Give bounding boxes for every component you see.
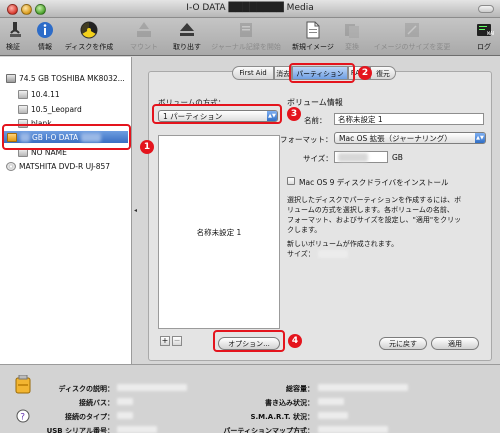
toolbar-resize-image-button[interactable]: イメージのサイズを変更: [370, 20, 454, 52]
partition-layout-map[interactable]: 名称未設定 1: [158, 135, 280, 329]
remove-partition-button[interactable]: −: [172, 336, 182, 346]
sidebar-item-label: 74.5 GB TOSHIBA MK8032...: [19, 73, 125, 83]
title-bar: I-O DATA ████████ Media: [0, 0, 500, 18]
toolbar-new-image-button[interactable]: 新規イメージ: [290, 20, 336, 52]
format-value: Mac OS 拡張（ジャーナリング）: [339, 133, 452, 143]
connection-bus-label: 接続バス：: [79, 399, 114, 407]
disk-utility-window: I-O DATA ████████ Media 検証 情報 ディスクを作成 マウ…: [0, 0, 500, 433]
toolbar-convert-button[interactable]: 変換: [342, 20, 362, 52]
toolbar-mount-button[interactable]: マウント: [128, 20, 160, 52]
sidebar-item-volume-leopard[interactable]: 10.5_Leopard: [18, 103, 82, 115]
burn-icon: [80, 21, 98, 39]
sidebar-item-volume-10-4-11[interactable]: 10.4.11: [18, 88, 60, 100]
convert-icon: [345, 24, 359, 38]
tab-restore[interactable]: 復元: [370, 66, 396, 80]
callout-box-3: [152, 104, 282, 124]
svg-text:WARN: WARN: [487, 31, 494, 37]
write-status-value: x: [318, 398, 344, 406]
new-image-icon: [306, 21, 320, 39]
format-select[interactable]: Mac OS 拡張（ジャーナリング） ▲▼: [334, 132, 486, 144]
usb-serial-label: USB シリアル番号：: [46, 427, 114, 433]
install-os9-driver-checkbox[interactable]: [287, 177, 295, 185]
partition-map-scheme-label: パーティションマップ方式：: [223, 427, 314, 433]
callout-number-1: 1: [140, 140, 154, 154]
help-icon[interactable]: ?: [16, 409, 30, 423]
install-os9-driver-label: Mac OS 9 ディスクドライバをインストール: [299, 178, 449, 187]
mount-icon: [137, 22, 151, 37]
disk-description-value: x: [117, 384, 187, 392]
partition-description: 選択したディスクでパーティションを作成するには、ボ リュームの方式を選択します。…: [287, 196, 462, 234]
redacted-size-value: 000: [338, 152, 368, 162]
optical-drive-icon: [6, 161, 16, 171]
sidebar-item-label: MATSHITA DVD-R UJ-857: [19, 161, 111, 171]
chevron-updown-icon: ▲▼: [475, 133, 485, 143]
volume-name-field[interactable]: 名称未設定 1: [334, 113, 484, 125]
toolbar-eject-button[interactable]: 取り出す: [170, 20, 204, 52]
resize-image-icon: [405, 23, 419, 37]
smart-status-value: x: [318, 412, 348, 420]
apply-button[interactable]: 適用: [431, 337, 479, 350]
new-volume-notice: 新しいボリュームが作成されます。: [287, 240, 399, 248]
name-label: 名前：: [304, 116, 327, 125]
log-icon: WARN: [477, 24, 494, 37]
toolbar-verify-button[interactable]: 検証: [5, 20, 21, 52]
toolbar-log-button[interactable]: WARN ログ: [474, 20, 494, 52]
sidebar-item-toshiba-disk[interactable]: 74.5 GB TOSHIBA MK8032...: [6, 72, 125, 84]
callout-number-3: 3: [287, 107, 301, 121]
sidebar-splitter[interactable]: ◂: [132, 57, 142, 364]
sidebar-item-dvd-drive[interactable]: MATSHITA DVD-R UJ-857: [6, 160, 110, 172]
microscope-icon: [10, 22, 21, 37]
sidebar-item-label: 10.4.11: [31, 89, 60, 99]
callout-box-2: [289, 63, 355, 83]
journal-icon: [240, 23, 252, 37]
add-partition-button[interactable]: +: [160, 336, 170, 346]
tab-first-aid[interactable]: First Aid: [232, 66, 274, 80]
connection-type-label: 接続のタイプ：: [65, 413, 114, 421]
total-capacity-value: x: [318, 384, 408, 392]
svg-text:?: ?: [20, 413, 25, 423]
smart-status-label: S.M.A.R.T. 状況：: [250, 413, 314, 421]
disk-info-panel: ? ディスクの説明： 接続バス： 接続のタイプ： USB シリアル番号： x x…: [0, 364, 500, 433]
connection-bus-value: x: [117, 398, 133, 406]
toolbar-journaling-button[interactable]: ジャーナル記録を開始: [210, 20, 282, 52]
toolbar-burn-button[interactable]: ディスクを作成: [62, 20, 116, 52]
eject-icon: [180, 23, 194, 36]
total-capacity-label: 総容量：: [286, 385, 314, 393]
usb-serial-value: x: [117, 426, 157, 433]
toolbar-toggle-button[interactable]: [478, 5, 494, 13]
result-size-value: 0: [318, 250, 348, 259]
callout-number-2: 2: [358, 66, 372, 80]
device-sidebar: 74.5 GB TOSHIBA MK8032... 10.4.11 10.5_L…: [0, 57, 132, 364]
volume-icon: [18, 89, 28, 99]
partition-map-scheme-value: x: [318, 426, 388, 433]
volume-icon: [18, 104, 28, 114]
disk-description-label: ディスクの説明：: [58, 385, 114, 393]
revert-button[interactable]: 元に戻す: [379, 337, 427, 350]
splitter-handle-icon: ◂: [134, 207, 138, 214]
format-label: フォーマット：: [280, 135, 333, 144]
callout-box-1: [2, 124, 131, 150]
usb-drive-icon: [15, 375, 31, 394]
sidebar-item-label: 10.5_Leopard: [31, 104, 82, 114]
size-unit-label: GB: [392, 153, 403, 162]
volume-size-field[interactable]: 000: [334, 151, 388, 163]
size-label: サイズ：: [303, 154, 333, 163]
toolbar-info-button[interactable]: 情報: [35, 20, 55, 52]
window-title: I-O DATA ████████ Media: [186, 3, 314, 13]
hard-drive-icon: [6, 73, 16, 83]
info-icon: [37, 22, 53, 38]
connection-type-value: x: [117, 412, 133, 420]
callout-box-4: [213, 330, 285, 352]
result-size-label: サイズ：: [287, 250, 315, 258]
write-status-label: 書き込み状況：: [265, 399, 314, 407]
toolbar: 検証 情報 ディスクを作成 マウント 取り出す ジャーナル記録を開始 新規イメー…: [0, 18, 500, 56]
callout-number-4: 4: [288, 334, 302, 348]
partition-layout-volume-name: 名称未設定 1: [196, 227, 242, 237]
